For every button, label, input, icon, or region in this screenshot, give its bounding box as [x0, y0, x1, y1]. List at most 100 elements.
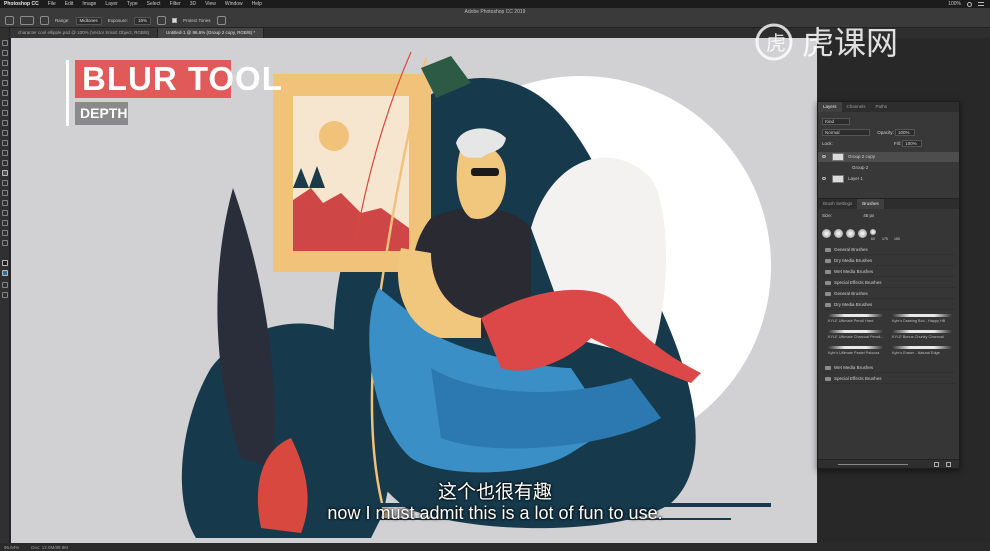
eyedropper-icon[interactable]: [2, 100, 8, 106]
menu-select[interactable]: Select: [147, 1, 161, 7]
tab-untitled-doc[interactable]: Untitled-1 @ 96.6% (Group 2 copy, RGB/8)…: [158, 28, 265, 38]
gradient-tool-icon[interactable]: [2, 160, 8, 166]
blend-mode-select[interactable]: Normal: [822, 129, 870, 136]
battery-readout: 100%: [948, 1, 961, 7]
brush-folder[interactable]: Special Effects Brushes: [822, 278, 956, 288]
fill-input[interactable]: 100%: [902, 140, 923, 147]
airbrush-icon[interactable]: [157, 16, 167, 25]
brush-preset-swatch[interactable]: [834, 229, 843, 238]
menu-status-area: 100%: [948, 0, 984, 8]
layer-kind-select[interactable]: Kind: [822, 118, 850, 125]
history-brush-icon[interactable]: [2, 140, 8, 146]
menu-layer[interactable]: Layer: [105, 1, 118, 7]
tab-paths[interactable]: Paths: [871, 102, 893, 112]
menu-list-icon[interactable]: [978, 2, 984, 6]
protect-tones-checkbox[interactable]: [172, 18, 178, 23]
brush-preset-swatch[interactable]: [822, 229, 831, 238]
brush-tool-icon[interactable]: [2, 120, 8, 126]
zoom-readout[interactable]: 96.64%: [4, 545, 19, 550]
exposure-input[interactable]: 16%: [134, 16, 152, 25]
brush-folder[interactable]: Special Effects Brushes: [822, 374, 956, 384]
brush-preset-swatch[interactable]: [846, 229, 855, 238]
document-canvas[interactable]: BLUR TOOL DEPTH: [11, 38, 817, 543]
foreground-color-swatch[interactable]: [2, 260, 8, 266]
menu-help[interactable]: Help: [252, 1, 262, 7]
screen-mode-icon[interactable]: [2, 292, 8, 298]
layer-row-group-2[interactable]: Group 2: [818, 163, 959, 173]
pressure-icon[interactable]: [216, 16, 226, 25]
search-icon[interactable]: [967, 1, 972, 7]
brush-size-value[interactable]: 45 px: [863, 213, 874, 218]
layer-thumbnail: [832, 175, 844, 183]
quick-mask-icon[interactable]: [2, 282, 8, 288]
menu-window[interactable]: Window: [225, 1, 243, 7]
crop-tool-icon[interactable]: [2, 80, 8, 86]
brush-stroke-preview[interactable]: [892, 346, 952, 349]
tab-brush-settings[interactable]: Brush Settings: [818, 199, 857, 209]
brush-stroke-label: KYLE Ultimate Pencil Hard: [828, 319, 874, 323]
brush-stroke-preview[interactable]: [892, 330, 952, 333]
healing-brush-icon[interactable]: [2, 110, 8, 116]
brush-preset-swatch[interactable]: [870, 229, 876, 235]
layer-name: Group 2: [852, 165, 869, 170]
blur-tool-icon[interactable]: [2, 170, 8, 176]
brush-size-label: Size:: [822, 213, 833, 218]
menu-filter[interactable]: Filter: [170, 1, 181, 7]
move-tool-icon[interactable]: [2, 40, 8, 46]
brushes-panel-tabs: Brush Settings Brushes: [818, 199, 959, 209]
lasso-tool-icon[interactable]: [2, 60, 8, 66]
brush-stroke-label: KYLE Bonus Chunky Charcoal: [892, 335, 944, 339]
menu-view[interactable]: View: [205, 1, 216, 7]
clone-stamp-icon[interactable]: [2, 130, 8, 136]
brush-stroke-preview[interactable]: [828, 330, 883, 333]
layer-row-group-2-copy[interactable]: Group 2 copy: [818, 152, 959, 162]
path-select-icon[interactable]: [2, 210, 8, 216]
magic-wand-icon[interactable]: [2, 70, 8, 76]
layer-filter-row: Kind: [822, 118, 850, 125]
tab-layers[interactable]: Layers: [818, 102, 842, 112]
tab-character-doc[interactable]: character cool ellipple.psd @ 100% (Vect…: [10, 28, 159, 38]
layer-name: Layer 1: [848, 176, 864, 181]
dodge-tool-side-icon[interactable]: [2, 180, 8, 186]
watermark-text: 虎课网: [802, 24, 898, 62]
brush-folder[interactable]: Dry Media Brushes: [822, 300, 956, 310]
tab-channels[interactable]: Channels: [842, 102, 871, 112]
marquee-tool-icon[interactable]: [2, 50, 8, 56]
opacity-input[interactable]: 100%: [895, 129, 916, 136]
menu-type[interactable]: Type: [127, 1, 138, 7]
brush-folder[interactable]: General Brushes: [822, 245, 956, 255]
exposure-label: Exposure:: [107, 18, 129, 23]
eraser-tool-icon[interactable]: [2, 150, 8, 156]
new-brush-icon[interactable]: [934, 462, 939, 467]
type-tool-icon[interactable]: [2, 200, 8, 206]
brush-stroke-preview[interactable]: [892, 314, 952, 317]
brush-folder[interactable]: General Brushes: [822, 289, 956, 299]
frame-tool-icon[interactable]: [2, 90, 8, 96]
layer-row-layer-1[interactable]: Layer 1: [818, 174, 959, 184]
menu-image[interactable]: Image: [82, 1, 96, 7]
brush-settings-icon[interactable]: [40, 16, 49, 25]
brush-preset-swatch[interactable]: [858, 229, 867, 238]
app-name[interactable]: Photoshop CC: [4, 1, 39, 7]
hand-tool-icon[interactable]: [2, 230, 8, 236]
brush-size-slider[interactable]: [838, 464, 908, 465]
brush-folder[interactable]: Wet Media Brushes: [822, 363, 956, 373]
brush-stroke-preview[interactable]: [828, 314, 883, 317]
menu-3d[interactable]: 3D: [190, 1, 196, 7]
eye-icon[interactable]: [822, 155, 826, 158]
brush-stroke-preview[interactable]: [828, 346, 883, 349]
tab-brushes[interactable]: Brushes: [857, 199, 884, 209]
brush-preset-icon[interactable]: [20, 16, 34, 25]
dodge-tool-icon[interactable]: [5, 16, 14, 25]
eye-icon[interactable]: [822, 177, 826, 180]
zoom-tool-icon[interactable]: [2, 240, 8, 246]
pen-tool-icon[interactable]: [2, 190, 8, 196]
menu-file[interactable]: File: [48, 1, 56, 7]
trash-icon[interactable]: [946, 462, 951, 467]
brush-folder[interactable]: Wet Media Brushes: [822, 267, 956, 277]
background-color-swatch[interactable]: [2, 270, 8, 276]
shape-tool-icon[interactable]: [2, 220, 8, 226]
range-select[interactable]: Midtones: [75, 16, 102, 25]
brush-folder[interactable]: Dry Media Brushes: [822, 256, 956, 266]
menu-edit[interactable]: Edit: [65, 1, 74, 7]
